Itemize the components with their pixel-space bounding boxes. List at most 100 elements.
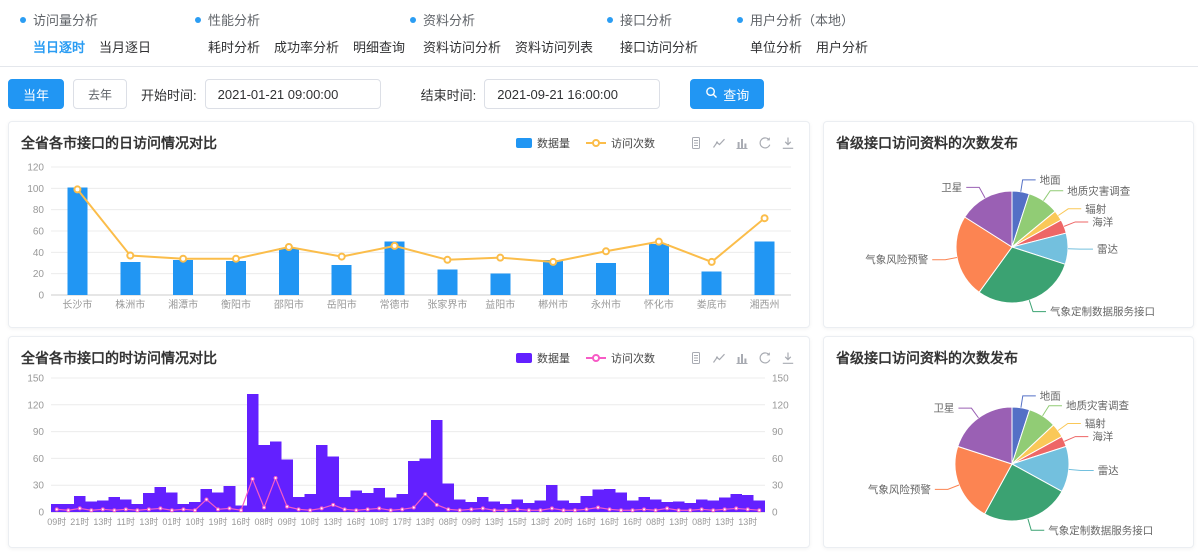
data-view-icon[interactable] [689,136,703,150]
nav-item[interactable]: 当日逐时 [33,37,85,56]
dashboard-grid: 全省各市接口的日访问情况对比 数据量访问次数 020406080100120长沙… [0,119,1198,554]
nav-bullet-icon [20,17,26,23]
download-icon[interactable] [781,351,795,365]
svg-text:40: 40 [33,248,45,259]
svg-text:13时: 13时 [485,516,504,527]
svg-text:08时: 08时 [646,516,665,527]
svg-text:09时: 09时 [47,516,66,527]
nav-group-4: 用户分析（本地） 单位分析用户分析 [737,10,907,56]
daily-chart-panel: 全省各市接口的日访问情况对比 数据量访问次数 020406080100120长沙… [8,121,810,328]
svg-text:雷达: 雷达 [1098,465,1119,477]
nav-item[interactable]: 成功率分析 [274,37,339,56]
hourly-bar-line-chart[interactable]: 0030306060909012012015015009时21时13时11时13… [21,370,799,542]
svg-text:地质灾害调查: 地质灾害调查 [1066,399,1129,412]
svg-text:湘潭市: 湘潭市 [168,298,198,311]
nav-item[interactable]: 单位分析 [750,37,802,56]
svg-text:90: 90 [33,427,45,438]
nav-bullet-icon [737,17,743,23]
svg-text:辐射: 辐射 [1085,202,1107,215]
svg-text:13时: 13时 [738,516,757,527]
daily-chart-title: 全省各市接口的日访问情况对比 [21,133,217,153]
bar-chart-icon[interactable] [735,136,749,150]
legend-label: 访问次数 [611,350,655,366]
last-year-button[interactable]: 去年 [73,79,127,109]
restore-icon[interactable] [758,136,772,150]
svg-text:100: 100 [27,184,44,195]
svg-text:益阳市: 益阳市 [485,298,515,311]
svg-text:郴州市: 郴州市 [538,298,568,311]
search-button[interactable]: 查询 [690,79,764,109]
data-view-icon[interactable] [689,351,703,365]
svg-text:80: 80 [33,205,45,216]
nav-item[interactable]: 资料访问列表 [515,37,593,56]
end-time-input[interactable] [484,79,660,109]
svg-text:16时: 16时 [232,516,251,527]
nav-group-title: 用户分析（本地） [737,10,907,29]
svg-text:16时: 16时 [600,516,619,527]
svg-text:01时: 01时 [162,516,181,527]
svg-text:卫星: 卫星 [933,403,954,415]
legend-label: 数据量 [537,135,570,151]
svg-text:08时: 08时 [255,516,274,527]
svg-text:08时: 08时 [439,516,458,527]
svg-text:16时: 16时 [577,516,596,527]
svg-text:17时: 17时 [393,516,412,527]
nav-bullet-icon [195,17,201,23]
svg-text:13时: 13时 [715,516,734,527]
nav-item[interactable]: 当月逐日 [99,37,151,56]
legend-line-marker-icon [586,142,606,144]
nav-item[interactable]: 明细查询 [353,37,405,56]
legend-item[interactable]: 访问次数 [586,350,655,366]
restore-icon[interactable] [758,351,772,365]
svg-text:气象风险预警: 气象风险预警 [865,253,928,266]
legend-item[interactable]: 数据量 [516,350,570,366]
this-year-button[interactable]: 当年 [8,79,64,109]
svg-text:13时: 13时 [416,516,435,527]
svg-text:地质灾害调查: 地质灾害调查 [1067,184,1130,197]
svg-text:衡阳市: 衡阳市 [221,298,251,311]
nav-group-title: 接口分析 [607,10,737,29]
line-chart-icon[interactable] [712,136,726,150]
svg-text:09时: 09时 [462,516,481,527]
nav-item[interactable]: 接口访问分析 [620,37,698,56]
nav-item[interactable]: 耗时分析 [208,37,260,56]
legend-item[interactable]: 数据量 [516,135,570,151]
svg-text:怀化市: 怀化市 [644,298,674,311]
nav-item[interactable]: 用户分析 [816,37,868,56]
svg-text:海洋: 海洋 [1092,215,1113,228]
svg-text:10时: 10时 [301,516,320,527]
nav-item[interactable]: 资料访问分析 [423,37,501,56]
province-pie-title-1: 省级接口访问资料的次数发布 [836,133,1018,153]
svg-text:卫星: 卫星 [941,182,962,194]
line-chart-icon[interactable] [712,351,726,365]
start-time-input[interactable] [205,79,381,109]
legend-item[interactable]: 访问次数 [586,135,655,151]
province-pie-chart-1[interactable]: 地面地质灾害调查辐射海洋雷达气象定制数据服务接口气象风险预警卫星 [836,155,1184,328]
svg-text:90: 90 [772,427,784,438]
svg-text:60: 60 [33,454,45,465]
svg-text:20时: 20时 [554,516,573,527]
svg-text:0: 0 [772,508,778,519]
nav-bullet-icon [410,17,416,23]
svg-text:常德市: 常德市 [380,298,410,311]
svg-text:120: 120 [27,163,44,174]
svg-text:湘西州: 湘西州 [750,298,780,311]
province-pie-chart-2[interactable]: 地面地质灾害调查辐射海洋雷达气象定制数据服务接口气象风险预警卫星 [836,370,1184,548]
hourly-chart-title: 全省各市接口的时访问情况对比 [21,348,217,368]
svg-text:150: 150 [27,374,44,385]
hourly-chart-legend: 数据量 访问次数 [516,350,655,366]
svg-text:地面: 地面 [1040,389,1061,402]
svg-text:气象风险预警: 气象风险预警 [868,483,931,496]
daily-bar-line-chart[interactable]: 020406080100120长沙市株洲市湘潭市衡阳市邵阳市岳阳市常德市张家界市… [21,155,799,323]
svg-text:永州市: 永州市 [591,298,621,311]
svg-text:地面: 地面 [1040,173,1061,186]
svg-text:08时: 08时 [692,516,711,527]
svg-text:60: 60 [33,227,45,238]
legend-bar-marker-icon [516,353,532,363]
search-icon [705,86,718,102]
svg-text:16时: 16时 [347,516,366,527]
svg-text:15时: 15时 [508,516,527,527]
download-icon[interactable] [781,136,795,150]
nav-group-title: 性能分析 [195,10,410,29]
bar-chart-icon[interactable] [735,351,749,365]
